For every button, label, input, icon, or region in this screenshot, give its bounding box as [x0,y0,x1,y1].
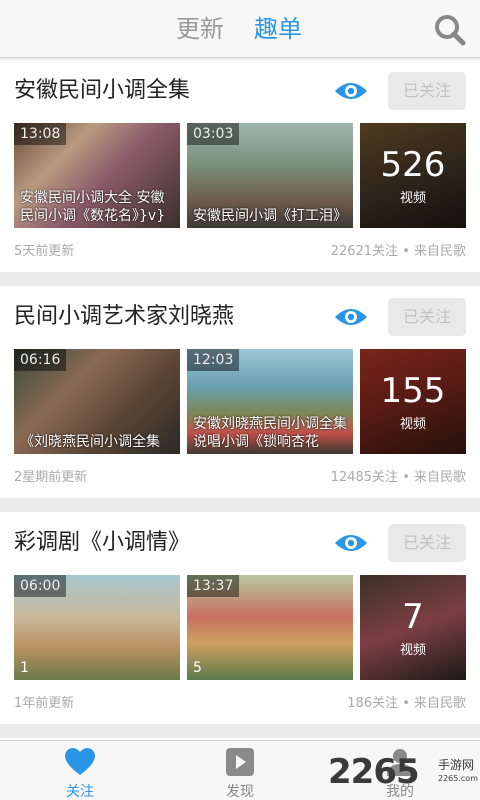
episode-number: 5 [193,660,202,676]
updated-time: 2星期前更新 [14,470,88,485]
video-caption: 安徽刘晓燕民间小调全集 说唱小调《锁响杏花 [193,416,347,450]
duration-badge: 13:37 [187,575,240,597]
episode-number: 1 [20,660,29,676]
watermark-site: 手游网 [438,758,475,772]
video-count: 155 [380,371,446,411]
video-thumbnail[interactable]: 06:00 1 [14,575,180,680]
search-icon[interactable] [434,14,466,46]
follow-button[interactable]: 已关注 [388,72,466,110]
site-watermark: 2265 手游网 2265.com [328,752,480,792]
watermark-domain: 2265.com [438,774,478,783]
tab-playlist[interactable]: 趣单 [254,13,302,45]
updated-time: 5天前更新 [14,244,75,259]
follower-stats: 12485关注 • 来自民歌 [330,470,466,485]
video-thumbnail[interactable]: 03:03 安徽民间小调《打工泪》 [187,123,353,228]
duration-badge: 13:08 [14,123,67,145]
video-caption: 《刘晓燕民间小调全集 [20,434,160,450]
video-thumbnail[interactable]: 12:03 安徽刘晓燕民间小调全集 说唱小调《锁响杏花 [187,349,353,454]
video-count: 7 [402,597,424,637]
duration-badge: 03:03 [187,123,240,145]
video-thumbnail[interactable]: 06:16 《刘晓燕民间小调全集 [14,349,180,454]
updated-time: 1年前更新 [14,696,75,711]
video-caption: 安徽民间小调大全 安徽民间小调《数花名》}v} [20,190,166,224]
video-count-label: 视频 [399,191,426,206]
video-thumbnail[interactable]: 13:37 5 [187,575,353,680]
nav-follow-label: 关注 [66,784,94,800]
play-icon [226,748,254,776]
playlist-card[interactable]: 安徽民间小调全集 已关注 13:08 安徽民间小调大全 安徽民间小调《数花名》}… [0,60,480,272]
tab-update[interactable]: 更新 [176,13,224,45]
video-count-label: 视频 [399,417,426,432]
more-videos-tile[interactable]: 155 视频 [360,349,466,454]
duration-badge: 06:00 [14,575,67,597]
playlist-feed[interactable]: 安徽民间小调全集 已关注 13:08 安徽民间小调大全 安徽民间小调《数花名》}… [0,60,480,740]
eye-icon [335,309,367,325]
follower-stats: 22621关注 • 来自民歌 [330,244,466,259]
playlist-title[interactable]: 民间小调艺术家刘晓燕 [14,300,234,334]
playlist-card[interactable]: 民间小调艺术家刘晓燕 已关注 06:16 《刘晓燕民间小调全集 12:03 安徽… [0,286,480,498]
nav-discover[interactable]: 发现 [180,741,300,800]
duration-badge: 12:03 [187,349,240,371]
more-videos-tile[interactable]: 7 视频 [360,575,466,680]
video-count: 526 [380,145,446,185]
video-caption: 安徽民间小调《打工泪》 [193,208,347,224]
playlist-title[interactable]: 安徽民间小调全集 [14,74,190,108]
duration-badge: 06:16 [14,349,67,371]
follower-stats: 186关注 • 来自民歌 [347,696,466,711]
watermark-brand: 2265 [328,752,420,792]
heart-icon [65,748,95,775]
more-videos-tile[interactable]: 526 视频 [360,123,466,228]
video-count-label: 视频 [399,643,426,658]
playlist-card[interactable]: 彩调剧《小调情》 已关注 06:00 1 13:37 5 7 视频 1年前更新 … [0,512,480,724]
video-thumbnail[interactable]: 13:08 安徽民间小调大全 安徽民间小调《数花名》}v} [14,123,180,228]
nav-follow[interactable]: 关注 [20,741,140,800]
top-bar: 更新 趣单 [0,0,480,58]
follow-button[interactable]: 已关注 [388,524,466,562]
eye-icon [335,83,367,99]
nav-discover-label: 发现 [226,784,254,800]
follow-button[interactable]: 已关注 [388,298,466,336]
playlist-title[interactable]: 彩调剧《小调情》 [14,526,190,560]
eye-icon [335,535,367,551]
